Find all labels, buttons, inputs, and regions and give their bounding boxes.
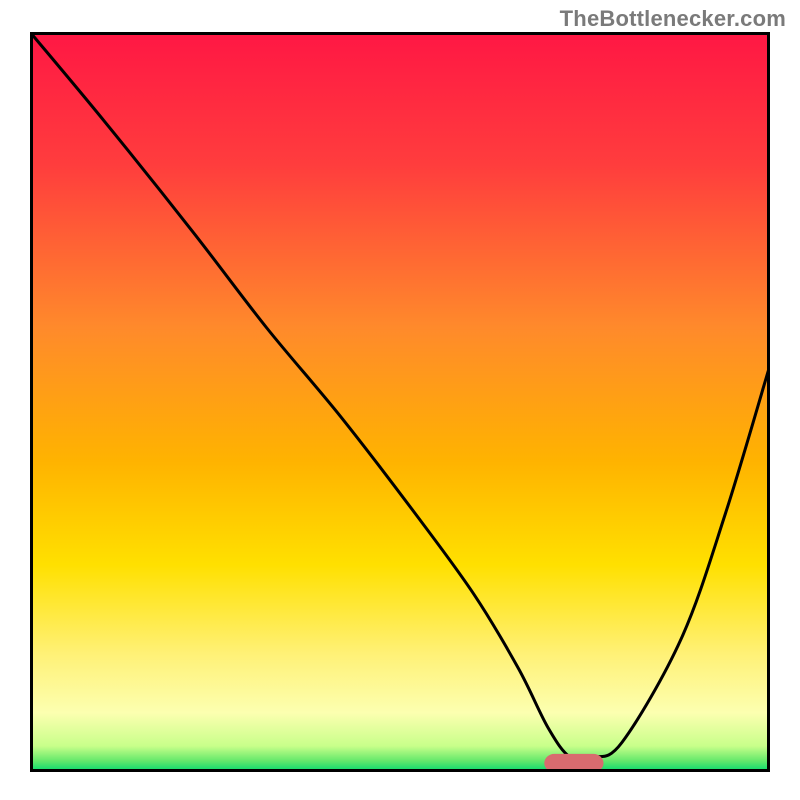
watermark-text: TheBottlenecker.com [560, 6, 786, 32]
gradient-background [30, 32, 770, 772]
plot-frame [30, 32, 770, 772]
bottleneck-chart [30, 32, 770, 772]
chart-container: TheBottlenecker.com [0, 0, 800, 800]
